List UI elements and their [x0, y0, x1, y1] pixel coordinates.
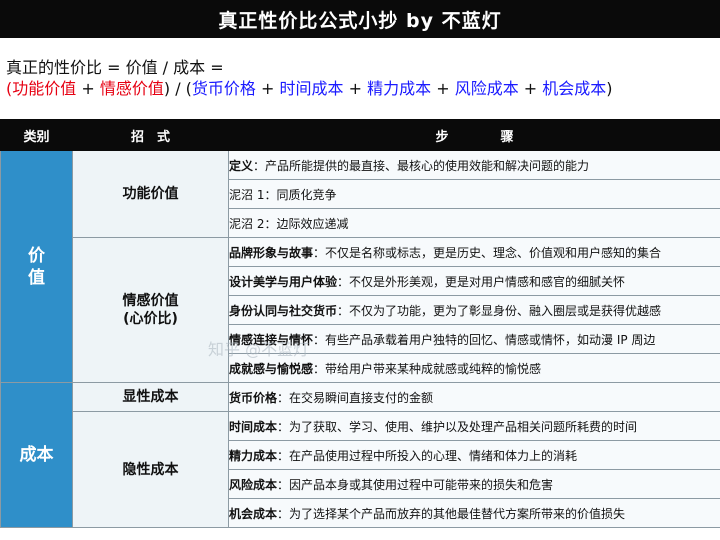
header-steps: 步 骤 — [228, 119, 720, 151]
plus-sign: + — [343, 79, 368, 98]
plus-sign: + — [431, 79, 455, 98]
table-row: 隐性成本 时间成本：为了获取、学习、使用、维护以及处理产品相关问题所耗费的时间 — [1, 411, 720, 528]
step-label: 定义 — [229, 158, 254, 173]
table-row: 成本 显性成本 货币价格：在交易瞬间直接支付的金额 — [0, 382, 720, 528]
method-emotional-label: 情感价值 — [122, 293, 179, 309]
formula-block: 真正的性价比 = 价值 / 成本 = (功能价值 + 情感价值) / (货币价格… — [6, 58, 716, 99]
method-functional-value: 功能价值 — [72, 150, 229, 238]
paren-close: ) — [606, 79, 613, 98]
title-text: 真正性价比公式小抄 by 不蓝灯 — [218, 9, 502, 32]
page-title: 真正性价比公式小抄 by 不蓝灯 — [0, 0, 720, 38]
table-header-row: 类别 招 式 步 骤 — [0, 119, 720, 151]
step-label: 货币价格 — [229, 390, 278, 405]
step-cell: 风险成本：因产品本身或其使用过程中可能带来的损失和危害 — [228, 469, 720, 499]
method-explicit-cost: 显性成本 — [72, 382, 229, 412]
step-label: 时间成本 — [229, 419, 278, 434]
func-value-term: 功能价值 — [12, 79, 77, 98]
method-emotional-value: 情感价值 (心价比) — [72, 237, 229, 383]
step-label: 品牌形象与故事 — [229, 245, 314, 260]
step-label: 身份认同与社交货币 — [229, 303, 338, 318]
step-text: 泥沼 1：同质化竞争 — [229, 187, 337, 202]
step-cell: 泥沼 2：边际效应递减 — [228, 208, 720, 238]
step-cell: 货币价格：在交易瞬间直接支付的金额 — [228, 382, 720, 412]
divide-sign: ) / ( — [163, 79, 192, 98]
step-cell: 泥沼 1：同质化竞争 — [228, 179, 720, 209]
step-label: 设计美学与用户体验 — [229, 274, 338, 289]
step-cell: 精力成本：在产品使用过程中所投入的心理、情绪和体力上的消耗 — [228, 440, 720, 470]
formula-line2: (功能价值 + 情感价值) / (货币价格 + 时间成本 + 精力成本 + 风险… — [6, 79, 716, 99]
step-label: 成就感与愉悦感 — [229, 361, 314, 376]
plus-sign: + — [76, 79, 100, 98]
step-text: ：在交易瞬间直接支付的金额 — [277, 390, 434, 405]
step-text: ：产品所能提供的最直接、最核心的使用效能和解决问题的能力 — [253, 158, 590, 173]
step-label: 风险成本 — [229, 477, 278, 492]
step-cell: 身份认同与社交货币：不仅为了功能，更为了彰显身份、融入圈层或是获得优越感 — [228, 295, 720, 325]
step-text: ：为了选择某个产品而放弃的其他最佳替代方案所带来的价值损失 — [277, 506, 626, 521]
step-cell: 时间成本：为了获取、学习、使用、维护以及处理产品相关问题所耗费的时间 — [228, 411, 720, 441]
step-label: 机会成本 — [229, 506, 278, 521]
table-row: 情感价值 (心价比) 品牌形象与故事：不仅是名称或标志，更是历史、理念、价值观和… — [1, 237, 720, 383]
method-emotional-sublabel: (心价比) — [123, 311, 178, 327]
step-cell: 定义：产品所能提供的最直接、最核心的使用效能和解决问题的能力 — [228, 150, 720, 180]
step-cell: 设计美学与用户体验：不仅是外形美观，更是对用户情感和感官的细腻关怀 — [228, 266, 720, 296]
category-value: 价 值 — [0, 150, 73, 383]
step-text: ：不仅为了功能，更为了彰显身份、融入圈层或是获得优越感 — [337, 303, 662, 318]
cost-term-time: 时间成本 — [279, 79, 344, 98]
step-text: ：不仅是名称或标志，更是历史、理念、价值观和用户感知的集合 — [313, 245, 662, 260]
cost-term-money: 货币价格 — [191, 79, 256, 98]
cheat-sheet-table: 类别 招 式 步 骤 价 值 功能价值 定义：产品所能提供的最直接、最核心的使用… — [0, 119, 720, 528]
step-cell: 情感连接与情怀：有些产品承载着用户独特的回忆、情感或情怀，如动漫 IP 周边 — [228, 324, 720, 354]
step-text: ：在产品使用过程中所投入的心理、情绪和体力上的消耗 — [277, 448, 578, 463]
plus-sign: + — [518, 79, 543, 98]
header-category: 类别 — [0, 119, 73, 151]
plus-sign: + — [255, 79, 280, 98]
table-row: 价 值 功能价值 定义：产品所能提供的最直接、最核心的使用效能和解决问题的能力 — [0, 150, 720, 383]
step-text: ：带给用户带来某种成就感或纯粹的愉悦感 — [313, 361, 542, 376]
step-text: ：为了获取、学习、使用、维护以及处理产品相关问题所耗费的时间 — [277, 419, 638, 434]
formula-line1: 真正的性价比 = 价值 / 成本 = — [6, 58, 224, 77]
step-label: 情感连接与情怀 — [229, 332, 314, 347]
step-cell: 机会成本：为了选择某个产品而放弃的其他最佳替代方案所带来的价值损失 — [228, 498, 720, 528]
step-cell: 品牌形象与故事：不仅是名称或标志，更是历史、理念、价值观和用户感知的集合 — [228, 237, 720, 267]
step-text: ：有些产品承载着用户独特的回忆、情感或情怀，如动漫 IP 周边 — [313, 332, 656, 347]
category-value-label: 价 值 — [28, 245, 45, 288]
step-text: ：不仅是外形美观，更是对用户情感和感官的细腻关怀 — [337, 274, 626, 289]
cost-term-energy: 精力成本 — [367, 79, 432, 98]
step-label: 精力成本 — [229, 448, 278, 463]
cost-term-risk: 风险成本 — [454, 79, 519, 98]
step-text: 泥沼 2：边际效应递减 — [229, 216, 349, 231]
header-method: 招 式 — [72, 119, 229, 151]
method-implicit-cost: 隐性成本 — [72, 411, 229, 528]
step-cell: 成就感与愉悦感：带给用户带来某种成就感或纯粹的愉悦感 — [228, 353, 720, 383]
emo-value-term: 情感价值 — [99, 79, 164, 98]
category-cost: 成本 — [0, 382, 73, 528]
step-text: ：因产品本身或其使用过程中可能带来的损失和危害 — [277, 477, 554, 492]
cost-term-opportunity: 机会成本 — [542, 79, 607, 98]
